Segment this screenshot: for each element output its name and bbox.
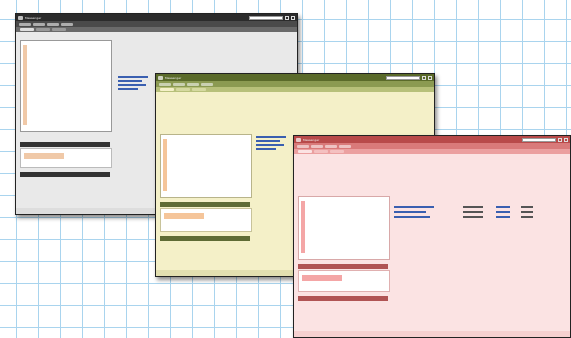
app-logo-icon	[158, 75, 163, 80]
tab[interactable]	[176, 88, 190, 91]
search-input[interactable]	[522, 137, 556, 142]
message-table	[394, 206, 564, 221]
panel-sidebar-bar	[163, 139, 167, 191]
minimize-icon[interactable]	[285, 15, 289, 20]
section-header-bar	[160, 202, 250, 207]
panel-sidebar-bar	[301, 201, 305, 253]
app-logo-icon	[18, 15, 23, 20]
minimize-icon[interactable]	[422, 75, 426, 80]
window-title-bar[interactable]: Messenger	[16, 14, 297, 21]
toolbar-item[interactable]	[159, 82, 171, 86]
section-header-bar	[298, 264, 388, 269]
link-list	[116, 74, 156, 114]
toolbar-item[interactable]	[187, 82, 199, 86]
toolbar-item[interactable]	[201, 82, 213, 86]
toolbar-item[interactable]	[339, 144, 351, 148]
toolbar-item[interactable]	[325, 144, 337, 148]
window-pink-theme[interactable]: Messenger	[293, 135, 571, 338]
section-header-bar	[160, 236, 250, 241]
table-row[interactable]	[394, 206, 564, 208]
tab[interactable]	[298, 150, 312, 153]
close-icon[interactable]	[291, 15, 295, 20]
toolbar-item[interactable]	[19, 22, 31, 26]
window-title-bar[interactable]: Messenger	[294, 136, 570, 143]
tab[interactable]	[20, 28, 34, 31]
toolbar-item[interactable]	[173, 82, 185, 86]
tab[interactable]	[36, 28, 50, 31]
tabs-row	[294, 149, 570, 154]
toolbar-item[interactable]	[311, 144, 323, 148]
tab[interactable]	[330, 150, 344, 153]
search-input[interactable]	[249, 15, 283, 20]
section-header-bar	[298, 296, 388, 301]
link-list	[254, 134, 294, 174]
toolbar-item[interactable]	[33, 22, 45, 26]
details-panel	[160, 208, 252, 232]
close-icon[interactable]	[564, 137, 568, 142]
window-title: Messenger	[165, 75, 182, 80]
tabs-row	[16, 27, 297, 32]
close-icon[interactable]	[428, 75, 432, 80]
table-row[interactable]	[394, 211, 564, 213]
contact-list-panel[interactable]	[20, 40, 112, 132]
toolbar-item[interactable]	[297, 144, 309, 148]
details-panel	[20, 148, 112, 168]
window-title: Messenger	[303, 137, 320, 142]
table-row[interactable]	[394, 216, 564, 218]
toolbar-item[interactable]	[47, 22, 59, 26]
tab[interactable]	[314, 150, 328, 153]
window-title: Messenger	[25, 15, 42, 20]
toolbar-item[interactable]	[61, 22, 73, 26]
minimize-icon[interactable]	[558, 137, 562, 142]
tab[interactable]	[52, 28, 66, 31]
section-header-bar	[20, 172, 110, 177]
contact-list-panel[interactable]	[160, 134, 252, 198]
contact-list-panel[interactable]	[298, 196, 390, 260]
app-logo-icon	[296, 137, 301, 142]
window-title-bar[interactable]: Messenger	[156, 74, 434, 81]
section-header-bar	[20, 142, 110, 147]
tabs-row	[156, 87, 434, 92]
details-panel	[298, 270, 390, 292]
tab[interactable]	[192, 88, 206, 91]
search-input[interactable]	[386, 75, 420, 80]
tab[interactable]	[160, 88, 174, 91]
status-bar	[294, 331, 570, 337]
panel-sidebar-bar	[23, 45, 27, 125]
